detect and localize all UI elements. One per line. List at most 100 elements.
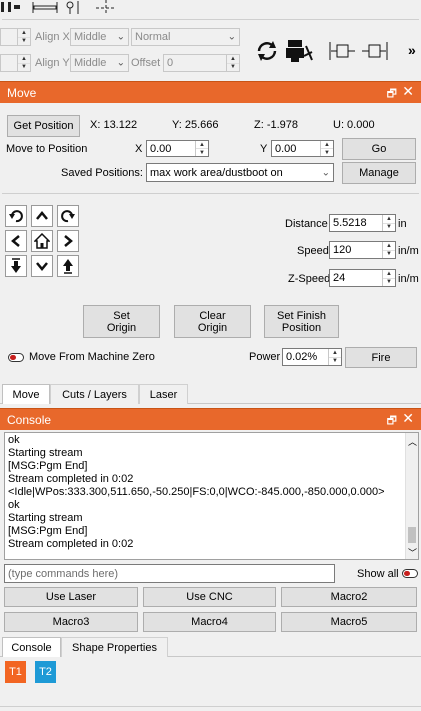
home-icon[interactable]	[31, 230, 53, 252]
transform-icon[interactable]	[64, 0, 90, 16]
move-y-label: Y	[260, 143, 268, 155]
align-y-select[interactable]: Middle ⌄	[70, 54, 129, 72]
rotate-icon[interactable]	[254, 38, 280, 64]
speed-unit: in/m	[398, 245, 419, 257]
console-lines: ok Starting stream [MSG:Pgm End] Stream com…	[8, 434, 404, 551]
y-position-readout: Y: 25.666	[172, 119, 219, 131]
get-position-button[interactable]: Get Position	[7, 115, 80, 137]
bottom-divider	[0, 706, 421, 707]
console-output[interactable]: ok Starting stream [MSG:Pgm End] Stream com…	[4, 432, 419, 560]
close-icon[interactable]: ✕	[402, 83, 414, 100]
z-up-icon[interactable]	[57, 255, 79, 277]
tab-shape-properties[interactable]: Shape Properties	[61, 637, 168, 657]
tool-t1[interactable]: T1	[5, 661, 26, 683]
tab-move[interactable]: Move	[2, 384, 50, 404]
console-panel-titlebar[interactable]: Console 🗗 ✕	[0, 408, 421, 430]
move-x-input[interactable]: 0.00 ▲ ▼	[146, 140, 209, 157]
align-icon[interactable]	[0, 0, 24, 16]
jog-up-icon[interactable]	[31, 205, 53, 227]
move-from-zero-label: Move From Machine Zero	[29, 351, 155, 363]
console-line: Starting stream	[8, 512, 83, 524]
power-input[interactable]: 0.02% ▲ ▼	[282, 348, 342, 366]
move-divider	[2, 193, 419, 194]
console-line: <Idle|WPos:333.300,511.650,-50.250|FS:0,…	[8, 486, 385, 498]
move-x-label: X	[135, 143, 143, 155]
offset-label: Offset	[131, 57, 161, 69]
laser-icon[interactable]	[284, 36, 314, 66]
console-panel-title: Console	[7, 413, 52, 427]
console-line: [MSG:Pgm End]	[8, 525, 88, 537]
u-position-readout: U: 0.000	[333, 119, 375, 131]
z-speed-label: Z-Speed	[288, 273, 331, 285]
distribute-icon[interactable]	[32, 0, 60, 16]
macro-button-use-laser[interactable]: Use Laser	[4, 587, 138, 607]
manage-button[interactable]: Manage	[342, 162, 416, 184]
show-all-label: Show all	[357, 568, 399, 580]
float-icon[interactable]: 🗗	[387, 85, 397, 104]
show-all-toggle[interactable]	[402, 569, 418, 578]
z-down-icon[interactable]	[5, 255, 27, 277]
jog-down-icon[interactable]	[31, 255, 53, 277]
tool-palette	[0, 658, 421, 702]
macro-button-use-cnc[interactable]: Use CNC	[143, 587, 276, 607]
move-from-zero-toggle[interactable]	[8, 353, 24, 362]
console-scrollbar[interactable]: ︿ ﹀	[405, 433, 418, 559]
macro-button-macro2[interactable]: Macro2	[281, 587, 417, 607]
rotate-cw-icon[interactable]	[57, 205, 79, 227]
speed-input[interactable]: 120 ▲ ▼	[329, 241, 396, 259]
x-position-readout: X: 13.122	[90, 119, 138, 131]
dock-right-icon[interactable]	[360, 40, 390, 62]
top-toolbar: ▲ ▼ Align X Middle ⌄ Normal ⌄ ▲ ▼ Align Y Mi…	[0, 0, 421, 80]
command-input[interactable]: (type commands here)	[4, 564, 335, 583]
scroll-down-icon[interactable]: ﹀	[408, 546, 417, 559]
saved-positions-label: Saved Positions:	[61, 167, 143, 179]
offset-input[interactable]: 0 ▲ ▼	[163, 54, 240, 72]
scroll-up-icon[interactable]: ︿	[408, 435, 417, 448]
tab-console[interactable]: Console	[2, 637, 61, 657]
z-speed-unit: in/m	[398, 273, 419, 285]
distance-label: Distance	[285, 218, 328, 230]
distance-input[interactable]: 5.5218 ▲ ▼	[329, 214, 396, 232]
console-close-icon[interactable]: ✕	[402, 410, 414, 427]
align-x-spin[interactable]: ▲ ▼	[0, 28, 31, 46]
set-finish-position-button[interactable]: Set Finish Position	[264, 305, 339, 338]
grid-icon[interactable]	[94, 0, 120, 16]
console-line: Stream completed in 0:02	[8, 473, 134, 485]
align-x-label: Align X	[35, 31, 70, 43]
rotate-ccw-icon[interactable]	[5, 205, 27, 227]
tool-t2[interactable]: T2	[35, 661, 56, 683]
go-button[interactable]: Go	[342, 138, 416, 160]
power-label: Power	[249, 351, 281, 363]
console-line: Starting stream	[8, 447, 83, 459]
console-float-icon[interactable]: 🗗	[387, 412, 397, 431]
align-y-spin[interactable]: ▲ ▼	[0, 54, 31, 72]
move-panel-title: Move	[7, 86, 37, 100]
macro-button-macro3[interactable]: Macro3	[4, 612, 138, 632]
move-to-position-label: Move to Position	[6, 143, 88, 155]
saved-positions-select[interactable]: max work area/dustboot on ⌄	[146, 163, 334, 182]
scroll-thumb[interactable]	[408, 527, 416, 543]
console-line: ok	[8, 434, 20, 446]
jog-left-icon[interactable]	[5, 230, 27, 252]
tab-cuts-layers[interactable]: Cuts / Layers	[50, 384, 139, 404]
macro-button-macro5[interactable]: Macro5	[281, 612, 417, 632]
dock-left-icon[interactable]	[328, 40, 358, 62]
fire-button[interactable]: Fire	[345, 347, 417, 368]
distance-unit: in	[398, 218, 407, 230]
jog-right-icon[interactable]	[57, 230, 79, 252]
blend-mode-select[interactable]: Normal ⌄	[131, 28, 240, 46]
toolbar-overflow-button[interactable]: »	[408, 42, 416, 58]
console-line: [MSG:Pgm End]	[8, 460, 88, 472]
z-speed-input[interactable]: 24 ▲ ▼	[329, 269, 396, 287]
move-y-input[interactable]: 0.00 ▲ ▼	[271, 140, 334, 157]
align-x-select[interactable]: Middle ⌄	[70, 28, 129, 46]
tab-laser[interactable]: Laser	[139, 384, 188, 404]
console-line: Stream completed in 0:02	[8, 538, 134, 550]
clear-origin-button[interactable]: Clear Origin	[174, 305, 251, 338]
macro-button-macro4[interactable]: Macro4	[143, 612, 276, 632]
set-origin-button[interactable]: Set Origin	[83, 305, 160, 338]
console-line: ok	[8, 499, 20, 511]
align-y-label: Align Y	[35, 57, 70, 69]
z-position-readout: Z: -1.978	[254, 119, 299, 131]
move-panel-titlebar[interactable]: Move 🗗 ✕	[0, 81, 421, 103]
